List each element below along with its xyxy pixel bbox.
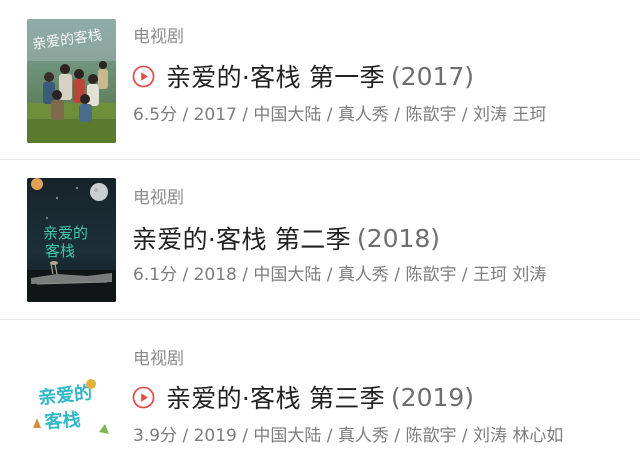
- poster-season-2-image: 亲爱的 客栈: [27, 178, 116, 302]
- title-row[interactable]: 亲爱的·客栈 第三季 (2019): [132, 379, 474, 415]
- poster-season-2[interactable]: 亲爱的 客栈: [27, 178, 116, 302]
- result-item-season-2[interactable]: 亲爱的 客栈 电视剧 亲爱的·客栈 第二季 (2018) 6.1分 / 2018…: [0, 160, 640, 320]
- result-meta: 6.5分 / 2017 / 中国大陆 / 真人秀 / 陈歆宇 / 刘涛 王珂: [133, 105, 547, 125]
- category-label: 电视剧: [133, 349, 184, 369]
- title-row[interactable]: 亲爱的·客栈 第二季 (2018): [132, 220, 440, 256]
- poster-season-1-image: 亲爱的客栈: [27, 19, 116, 143]
- result-year: (2017): [390, 61, 475, 91]
- poster-season-3-image: 亲爱的 客栈: [27, 340, 116, 464]
- poster-season-1[interactable]: 亲爱的客栈: [27, 19, 116, 143]
- result-title[interactable]: 亲爱的·客栈 第三季: [166, 379, 385, 415]
- poster-season-3[interactable]: 亲爱的 客栈: [27, 340, 116, 464]
- poster-season-2-logo-line2: 客栈: [45, 242, 75, 260]
- result-meta: 3.9分 / 2019 / 中国大陆 / 真人秀 / 陈歆宇 / 刘涛 林心如: [133, 426, 564, 446]
- result-meta: 6.1分 / 2018 / 中国大陆 / 真人秀 / 陈歆宇 / 王珂 刘涛: [133, 265, 547, 285]
- result-title[interactable]: 亲爱的·客栈 第二季: [132, 220, 351, 256]
- result-year: (2019): [390, 382, 475, 412]
- play-circle-icon[interactable]: [132, 386, 155, 409]
- category-label: 电视剧: [133, 27, 184, 47]
- search-result-list: 亲爱的客栈 电视剧 亲爱的·客栈 第一季 (2017) 6.5分 / 2017 …: [0, 0, 640, 471]
- play-circle-icon[interactable]: [132, 65, 155, 88]
- result-year: (2018): [356, 223, 441, 253]
- category-label: 电视剧: [133, 188, 184, 208]
- title-row[interactable]: 亲爱的·客栈 第一季 (2017): [132, 58, 474, 94]
- result-item-season-3[interactable]: 亲爱的 客栈 电视剧 亲爱的·客栈 第三季 (2019) 3.9分 / 2019…: [0, 320, 640, 471]
- result-item-season-1[interactable]: 亲爱的客栈 电视剧 亲爱的·客栈 第一季 (2017) 6.5分 / 2017 …: [0, 0, 640, 160]
- result-title[interactable]: 亲爱的·客栈 第一季: [166, 58, 385, 94]
- poster-season-3-logo-line2: 客栈: [44, 409, 81, 433]
- poster-season-2-logo: 亲爱的: [43, 224, 88, 242]
